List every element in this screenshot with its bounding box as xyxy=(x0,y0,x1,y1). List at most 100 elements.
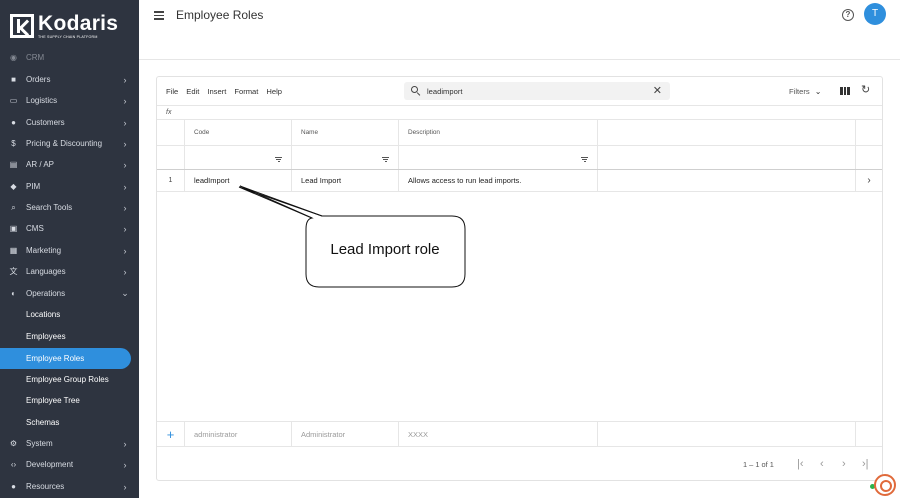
menu-help[interactable]: Help xyxy=(266,87,282,96)
row-open-chevron-icon[interactable]: › xyxy=(855,170,883,191)
chevron-right-icon: › xyxy=(123,438,127,449)
sidebar-item-label: Marketing xyxy=(26,246,62,255)
cell-code[interactable]: leadImport xyxy=(185,170,292,191)
sidebar-item-pim[interactable]: ◆ PIM › xyxy=(0,176,139,197)
operations-icon: ◐ xyxy=(11,289,16,298)
formula-bar[interactable]: fx xyxy=(157,105,882,120)
sidebar-item-ar-ap[interactable]: ▤ AR / AP › xyxy=(0,154,139,175)
pagination: 1 – 1 of 1 |‹ ‹ › ›| xyxy=(157,455,882,475)
truck-icon: ■ xyxy=(11,75,16,84)
sidebar-item-label: PIM xyxy=(26,182,41,191)
sidebar-item-languages[interactable]: 文 Languages › xyxy=(0,261,139,282)
sidebar-sub-item-employee-tree[interactable]: Employee Tree xyxy=(0,390,131,411)
sidebar-item-search-tools[interactable]: ⌕ Search Tools › xyxy=(0,197,139,218)
cell-name[interactable]: Lead Import xyxy=(292,170,399,191)
cell-description[interactable]: Allows access to run lead imports. xyxy=(399,170,598,191)
add-row-icon[interactable]: + xyxy=(157,422,185,446)
sidebar-sub-item-schemas[interactable]: Schemas xyxy=(0,412,131,433)
columns-icon[interactable] xyxy=(840,87,851,95)
new-row-code-placeholder[interactable]: administrator xyxy=(185,422,292,446)
tag-icon: ◆ xyxy=(10,182,17,191)
chevron-right-icon: › xyxy=(123,159,127,170)
sidebar-sub-item-employee-roles[interactable]: Employee Roles xyxy=(0,348,131,369)
filters-button[interactable]: Filters ⌄ xyxy=(789,87,822,96)
hamburger-menu-icon[interactable] xyxy=(154,10,166,20)
filter-icon[interactable] xyxy=(275,157,282,162)
sidebar-item-system[interactable]: ⚙ System › xyxy=(0,433,139,454)
chat-support-icon[interactable] xyxy=(874,474,896,496)
search-input[interactable] xyxy=(427,86,637,96)
sidebar-item-label: Development xyxy=(26,460,74,469)
chevron-down-icon: ⌄ xyxy=(814,87,822,96)
chevron-right-icon: › xyxy=(123,138,127,149)
filters-label: Filters xyxy=(789,87,810,96)
sidebar-item-customers[interactable]: ● Customers › xyxy=(0,112,139,133)
next-page-icon[interactable]: › xyxy=(842,458,846,470)
table-row[interactable]: 1 leadImport Lead Import Allows access t… xyxy=(157,170,882,192)
dollar-icon: $ xyxy=(11,139,16,148)
filter-icon[interactable] xyxy=(581,157,588,162)
sidebar-item-development[interactable]: ‹› Development › xyxy=(0,454,139,475)
grid-toolbar: File Edit Insert Format Help ✕ Filters ⌄… xyxy=(157,77,882,105)
prev-page-icon[interactable]: ‹ xyxy=(820,458,824,470)
filter-icon[interactable] xyxy=(382,157,389,162)
menu-edit[interactable]: Edit xyxy=(186,87,199,96)
sidebar-item-label: System xyxy=(26,439,53,448)
sidebar-item-marketing[interactable]: ▦ Marketing › xyxy=(0,240,139,261)
filter-cell-code[interactable] xyxy=(185,146,292,169)
new-row-name-placeholder[interactable]: Administrator xyxy=(292,422,399,446)
sidebar-item-crm[interactable]: ◉ CRM xyxy=(0,47,139,68)
first-page-icon[interactable]: |‹ xyxy=(797,458,804,470)
kodaris-logo[interactable]: Kodaris THE SUPPLY CHAIN PLATFORM xyxy=(10,13,118,39)
row-number-header xyxy=(157,120,185,145)
column-header-empty xyxy=(598,120,856,145)
avatar[interactable]: T xyxy=(864,3,886,25)
new-row-description-placeholder[interactable]: XXXX xyxy=(399,422,598,446)
filter-cell-description[interactable] xyxy=(399,146,598,169)
sidebar-item-label: Languages xyxy=(26,267,66,276)
sidebar: Kodaris THE SUPPLY CHAIN PLATFORM ◉ CRM … xyxy=(0,0,139,498)
menu-file[interactable]: File xyxy=(166,87,178,96)
last-page-icon[interactable]: ›| xyxy=(862,458,869,470)
sidebar-item-pricing[interactable]: $ Pricing & Discounting › xyxy=(0,133,139,154)
chevron-right-icon: › xyxy=(123,223,127,234)
gear-icon: ⚙ xyxy=(9,439,18,448)
column-header-code[interactable]: Code xyxy=(185,120,292,145)
sidebar-sub-item-employees[interactable]: Employees xyxy=(0,326,131,347)
callout-text: Lead Import role xyxy=(330,241,440,258)
sidebar-item-label: Pricing & Discounting xyxy=(26,139,103,148)
chevron-right-icon: › xyxy=(123,202,127,213)
filter-cell-empty xyxy=(598,146,856,169)
refresh-icon[interactable]: ↻ xyxy=(861,84,870,96)
sidebar-item-label: Orders xyxy=(26,75,51,84)
search-box: ✕ xyxy=(404,82,670,100)
menu-format[interactable]: Format xyxy=(234,87,258,96)
column-header-name[interactable]: Name xyxy=(292,120,399,145)
help-circle-icon[interactable]: ? xyxy=(842,9,854,21)
sidebar-item-operations[interactable]: ◐ Operations ⌄ xyxy=(0,283,139,304)
sidebar-item-label: Search Tools xyxy=(26,203,73,212)
translate-icon: 文 xyxy=(9,267,18,276)
sidebar-item-label: CRM xyxy=(26,53,45,62)
sidebar-item-resources[interactable]: ● Resources › xyxy=(0,476,139,497)
top-bar: Employee Roles ? T xyxy=(139,0,900,60)
filter-cell-name[interactable] xyxy=(292,146,399,169)
page-count: 1 – 1 of 1 xyxy=(743,460,774,469)
menu-insert[interactable]: Insert xyxy=(207,87,226,96)
sidebar-sub-item-locations[interactable]: Locations xyxy=(0,304,131,325)
sidebar-item-cms[interactable]: ▣ CMS › xyxy=(0,218,139,239)
sidebar-sub-item-employee-group-roles[interactable]: Employee Group Roles xyxy=(0,369,131,390)
chevron-down-icon: ⌄ xyxy=(121,288,129,298)
chevron-right-icon: › xyxy=(123,95,127,106)
grid-filter-row xyxy=(157,146,882,170)
sidebar-item-logistics[interactable]: ▭ Logistics › xyxy=(0,90,139,111)
chevron-right-icon: › xyxy=(123,181,127,192)
menu-bar: File Edit Insert Format Help xyxy=(166,87,282,96)
brand-tagline: THE SUPPLY CHAIN PLATFORM xyxy=(38,34,98,39)
new-row: + administrator Administrator XXXX xyxy=(157,421,882,447)
column-header-description[interactable]: Description xyxy=(399,120,598,145)
page-title: Employee Roles xyxy=(176,8,264,22)
sidebar-item-label: Resources xyxy=(26,482,65,491)
sidebar-item-orders[interactable]: ■ Orders › xyxy=(0,69,139,90)
close-icon[interactable]: ✕ xyxy=(653,85,662,97)
